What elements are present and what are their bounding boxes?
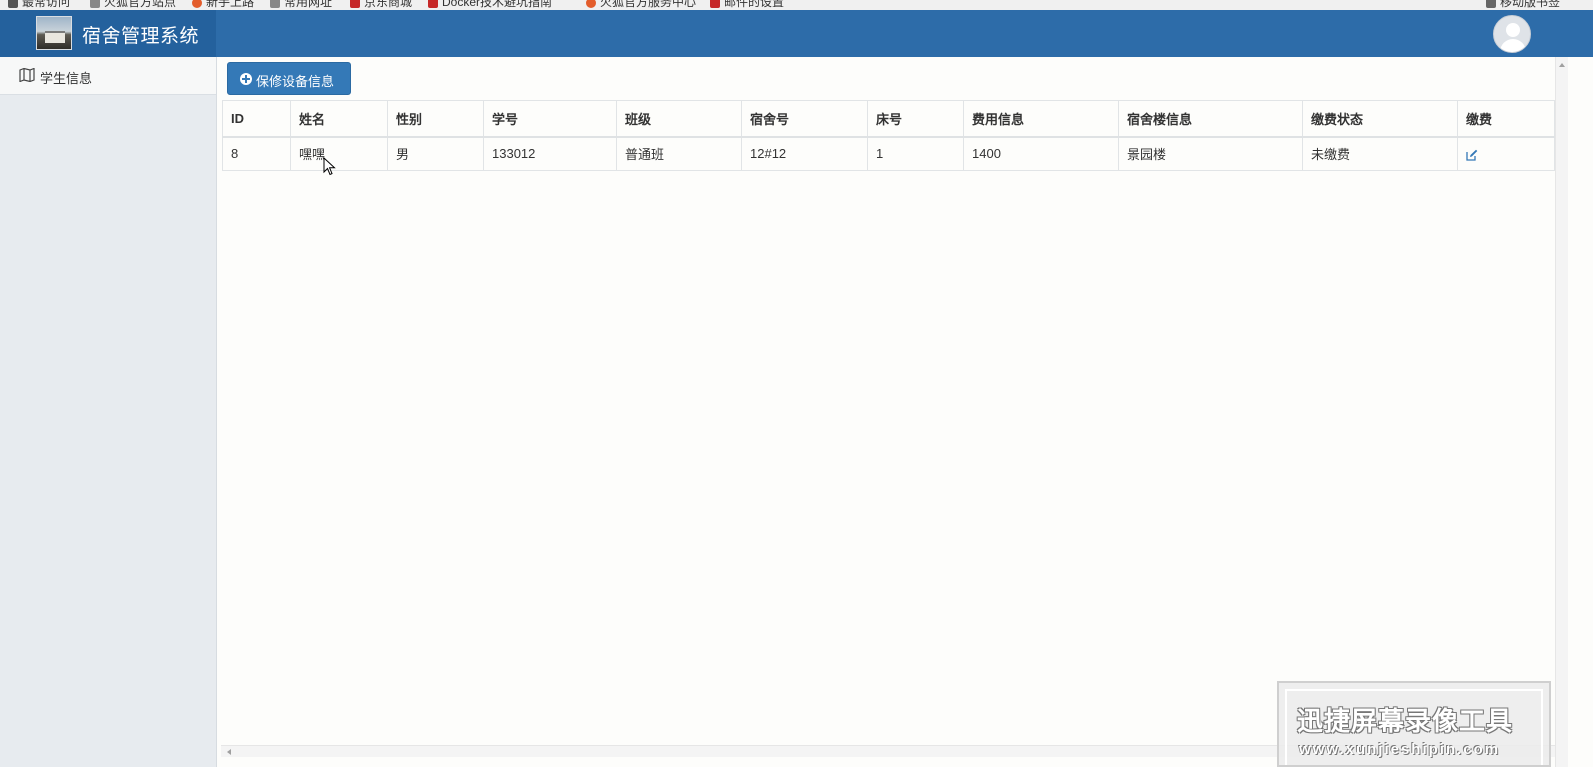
cell-bed-no: 1 (867, 136, 964, 171)
jd-icon (350, 0, 360, 8)
scroll-left-icon[interactable] (227, 749, 231, 755)
column-header[interactable]: 床号 (867, 100, 964, 138)
vertical-scrollbar[interactable] (1555, 57, 1568, 767)
cell-name: 嘿嘿 (290, 136, 388, 171)
scroll-up-icon[interactable] (1559, 63, 1565, 67)
cell-fee: 1400 (963, 136, 1119, 171)
bookmark-item[interactable]: 最常访问 (8, 0, 70, 10)
avatar-body (1500, 39, 1526, 52)
bookmark-item[interactable]: 常用网址 (270, 0, 332, 10)
add-equipment-button[interactable]: 保修设备信息 (227, 62, 351, 95)
cell-class: 普通班 (616, 136, 742, 171)
firefox-icon (586, 0, 596, 8)
sidebar-item-label: 学生信息 (40, 71, 93, 86)
cell-student-no: 133012 (483, 136, 617, 171)
cell-building: 景园楼 (1118, 136, 1303, 171)
table-header-row: ID 姓名 性别 学号 班级 宿舍号 床号 费用信息 宿舍楼信息 缴费状态 缴费 (222, 100, 1555, 138)
column-header[interactable]: 宿舍号 (741, 100, 868, 138)
csdn-icon (710, 0, 720, 8)
column-header[interactable]: 班级 (616, 100, 742, 138)
bookmark-item[interactable]: 京东商城 (350, 0, 412, 10)
mouse-cursor-icon (323, 157, 336, 176)
map-icon (19, 68, 35, 82)
column-header[interactable]: 姓名 (290, 100, 388, 138)
folder-icon (90, 0, 100, 8)
firefox-icon (192, 0, 202, 8)
logo-image (36, 16, 72, 50)
gear-icon (8, 0, 18, 8)
column-header[interactable]: 宿舍楼信息 (1118, 100, 1303, 138)
column-header[interactable]: 缴费状态 (1302, 100, 1458, 138)
folder-icon (270, 0, 280, 8)
mobile-icon (1486, 0, 1496, 8)
watermark-url: www.xunjieshipin.com (1299, 741, 1501, 758)
bookmark-item[interactable]: 火狐官方站点 (90, 0, 176, 10)
watermark-title: 迅捷屏幕录像工具 (1297, 707, 1514, 737)
table-row[interactable]: 8 嘿嘿 男 133012 普通班 12#12 1 1400 景园楼 未缴费 (222, 136, 1555, 171)
brand-area[interactable]: 宿舍管理系统 (0, 10, 216, 57)
cell-dorm-no: 12#12 (741, 136, 868, 171)
column-header[interactable]: ID (222, 100, 291, 138)
cell-pay-action (1457, 136, 1555, 171)
avatar-head (1506, 23, 1520, 37)
student-fee-table: ID 姓名 性别 学号 班级 宿舍号 床号 费用信息 宿舍楼信息 缴费状态 缴费… (222, 100, 1555, 171)
bookmark-item[interactable]: Docker技术避坑指南 (428, 0, 552, 10)
sidebar: 学生信息 (0, 57, 217, 767)
column-header[interactable]: 学号 (483, 100, 617, 138)
edit-icon[interactable] (1466, 149, 1478, 161)
add-button-label: 保修设备信息 (256, 74, 335, 89)
sidebar-item-student-info[interactable]: 学生信息 (0, 57, 216, 95)
top-navbar: 宿舍管理系统 (0, 10, 1593, 57)
cell-gender: 男 (387, 136, 484, 171)
main-content: 保修设备信息 ID 姓名 性别 学号 班级 宿舍号 床号 费用信息 宿舍楼信息 … (221, 57, 1555, 767)
cell-id: 8 (222, 136, 291, 171)
column-header[interactable]: 性别 (387, 100, 484, 138)
csdn-icon (428, 0, 438, 8)
plus-circle-icon (240, 73, 252, 85)
user-avatar[interactable] (1493, 15, 1531, 53)
column-header[interactable]: 费用信息 (963, 100, 1119, 138)
recorder-watermark: 迅捷屏幕录像工具 www.xunjieshipin.com (1277, 681, 1551, 767)
bookmark-item[interactable]: 火狐官方服务中心 (586, 0, 696, 10)
bookmark-item[interactable]: 邮件的设置 (710, 0, 784, 10)
app-title: 宿舍管理系统 (82, 25, 200, 47)
bookmark-item[interactable]: 新手上路 (192, 0, 254, 10)
cell-pay-status: 未缴费 (1302, 136, 1458, 171)
bookmarks-bar: 最常访问 火狐官方站点 新手上路 常用网址 京东商城 Docker技术避坑指南 … (0, 0, 1593, 10)
bookmark-item[interactable]: 移动版书签 (1486, 0, 1560, 10)
column-header[interactable]: 缴费 (1457, 100, 1555, 138)
